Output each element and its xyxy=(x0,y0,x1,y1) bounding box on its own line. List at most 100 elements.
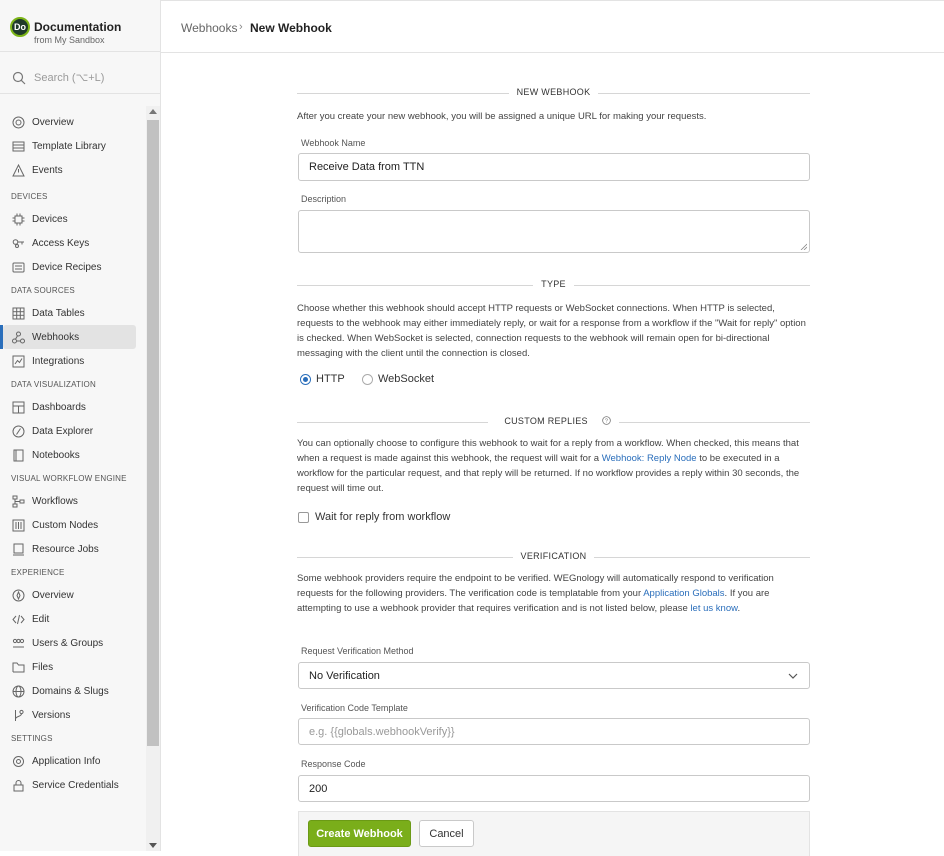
sidebar-section-title: DATA SOURCES xyxy=(11,286,75,295)
verification-template-input[interactable]: e.g. {{globals.webhookVerify}} xyxy=(298,718,810,745)
radio-unselected-icon xyxy=(362,373,373,385)
sidebar-item-dashboards[interactable]: Dashboards xyxy=(3,395,136,419)
sidebar-item-service-credentials[interactable]: Service Credentials xyxy=(3,773,136,797)
sidebar-item-overview[interactable]: Overview xyxy=(3,110,136,134)
keys-icon xyxy=(12,238,24,248)
sidebar-item-label: Dashboards xyxy=(32,401,86,413)
sidebar-item-data-explorer[interactable]: Data Explorer xyxy=(3,419,136,443)
resize-grip-icon[interactable] xyxy=(800,243,807,250)
webhook-name-input[interactable]: Receive Data from TTN xyxy=(298,153,810,181)
question-circle-icon[interactable]: ? xyxy=(601,416,611,425)
sidebar-item-label: Overview xyxy=(32,589,74,601)
sidebar-item-webhooks[interactable]: Webhooks xyxy=(0,325,136,349)
integration-icon xyxy=(12,355,25,367)
radio-http[interactable]: HTTP xyxy=(300,373,345,385)
gear-icon xyxy=(13,755,24,767)
sidebar-item-resource-jobs[interactable]: Resource Jobs xyxy=(3,537,136,561)
sidebar-item-label: Integrations xyxy=(32,355,85,367)
section-verification: VERIFICATION xyxy=(297,548,810,566)
top-bar: Webhooks › New Webhook xyxy=(161,0,944,53)
svg-text:?: ? xyxy=(604,419,608,425)
scroll-thumb[interactable] xyxy=(147,120,159,746)
response-code-input[interactable]: 200 xyxy=(298,775,810,802)
verification-method-label: Request Verification Method xyxy=(301,646,414,656)
breadcrumb-webhooks[interactable]: Webhooks xyxy=(181,21,237,35)
description-textarea[interactable] xyxy=(298,210,810,253)
webhook-name-label: Webhook Name xyxy=(301,138,366,148)
wait-for-reply-label: Wait for reply from workflow xyxy=(315,511,451,523)
sidebar-item-access-keys[interactable]: Access Keys xyxy=(3,231,136,255)
sidebar-item-versions[interactable]: Versions xyxy=(3,703,136,727)
sidebar: Do Documentation from My Sandbox Search … xyxy=(0,0,161,851)
custom-nodes-icon xyxy=(12,519,25,531)
sidebar-item-application-info[interactable]: Application Info xyxy=(3,749,136,773)
sidebar-item-users-groups[interactable]: Users & Groups xyxy=(3,631,136,655)
app-subtitle: from My Sandbox xyxy=(34,35,105,45)
branch-icon xyxy=(15,709,24,721)
section-title: NEW WEBHOOK xyxy=(508,87,599,97)
sidebar-item-notebooks[interactable]: Notebooks xyxy=(3,443,136,467)
sidebar-scrollbar[interactable] xyxy=(146,106,160,851)
sidebar-item-overview[interactable]: Overview xyxy=(3,583,136,607)
sidebar-item-data-tables[interactable]: Data Tables xyxy=(3,301,136,325)
sidebar-item-label: Domains & Slugs xyxy=(32,685,109,697)
sidebar-section-title: EXPERIENCE xyxy=(11,568,65,577)
sidebar-item-label: Notebooks xyxy=(32,449,80,461)
app-logo: Do xyxy=(10,17,30,37)
sidebar-item-workflows[interactable]: Workflows xyxy=(3,489,136,513)
sidebar-item-edit[interactable]: Edit xyxy=(3,607,136,631)
sidebar-item-integrations[interactable]: Integrations xyxy=(3,349,136,373)
form-actions: Create Webhook Cancel xyxy=(298,811,810,856)
webhook-reply-node-link[interactable]: Webhook: Reply Node xyxy=(602,453,697,464)
sidebar-item-devices[interactable]: Devices xyxy=(3,207,136,231)
sidebar-section-title: DATA VISUALIZATION xyxy=(11,380,96,389)
radio-websocket[interactable]: WebSocket xyxy=(362,373,434,385)
sidebar-item-label: Edit xyxy=(32,613,50,625)
warning-icon xyxy=(12,163,25,176)
breadcrumb-current: New Webhook xyxy=(250,21,332,35)
dashboard-icon xyxy=(12,401,25,413)
wait-for-reply-checkbox[interactable]: Wait for reply from workflow xyxy=(298,511,450,523)
breadcrumb-separator: › xyxy=(239,21,243,33)
sidebar-nav: Overview Template Library Events DEVICES Dev… xyxy=(0,110,146,851)
sidebar-item-label: Events xyxy=(32,164,63,176)
lock-icon xyxy=(13,779,24,791)
sidebar-item-template-library[interactable]: Template Library xyxy=(3,134,136,158)
sidebar-item-label: Overview xyxy=(32,116,74,128)
jobs-icon xyxy=(13,543,24,555)
chevron-down-icon xyxy=(788,673,798,679)
create-webhook-button[interactable]: Create Webhook xyxy=(308,820,411,847)
scroll-down-arrow-icon[interactable] xyxy=(149,843,157,848)
sidebar-item-files[interactable]: Files xyxy=(3,655,136,679)
app-header[interactable]: Do Documentation from My Sandbox xyxy=(0,0,160,52)
sidebar-section-title: SETTINGS xyxy=(11,734,53,743)
description-label: Description xyxy=(301,194,347,204)
recipe-icon xyxy=(12,262,25,272)
search-input[interactable]: Search (⌥+L) xyxy=(34,71,104,84)
sidebar-item-device-recipes[interactable]: Device Recipes xyxy=(3,255,136,279)
radio-http-label: HTTP xyxy=(316,373,345,385)
section-type: TYPE xyxy=(297,276,810,294)
section-title: CUSTOM REPLIES xyxy=(496,416,596,426)
custom-replies-description: You can optionally choose to configure t… xyxy=(297,438,800,494)
sidebar-item-label: Application Info xyxy=(32,755,101,767)
globe-icon xyxy=(12,685,25,697)
cancel-button[interactable]: Cancel xyxy=(419,820,474,847)
let-us-know-link[interactable]: let us know xyxy=(690,603,737,614)
sidebar-item-events[interactable]: Events xyxy=(3,158,136,182)
section-title: VERIFICATION xyxy=(512,551,595,561)
sidebar-item-custom-nodes[interactable]: Custom Nodes xyxy=(3,513,136,537)
verification-method-select[interactable]: No Verification xyxy=(298,662,810,689)
sidebar-item-domains-slugs[interactable]: Domains & Slugs xyxy=(3,679,136,703)
application-globals-link[interactable]: Application Globals xyxy=(643,588,724,599)
search-box[interactable]: Search (⌥+L) xyxy=(0,60,160,94)
verification-template-label: Verification Code Template xyxy=(301,703,408,713)
sidebar-item-label: Device Recipes xyxy=(32,261,102,273)
scroll-up-arrow-icon[interactable] xyxy=(149,109,157,114)
chip-icon xyxy=(12,213,25,225)
section-new-webhook: NEW WEBHOOK xyxy=(297,84,810,102)
sidebar-item-label: Versions xyxy=(32,709,71,721)
library-icon xyxy=(12,141,25,151)
sidebar-item-label: Devices xyxy=(32,213,68,225)
app-title: Documentation xyxy=(34,20,122,34)
